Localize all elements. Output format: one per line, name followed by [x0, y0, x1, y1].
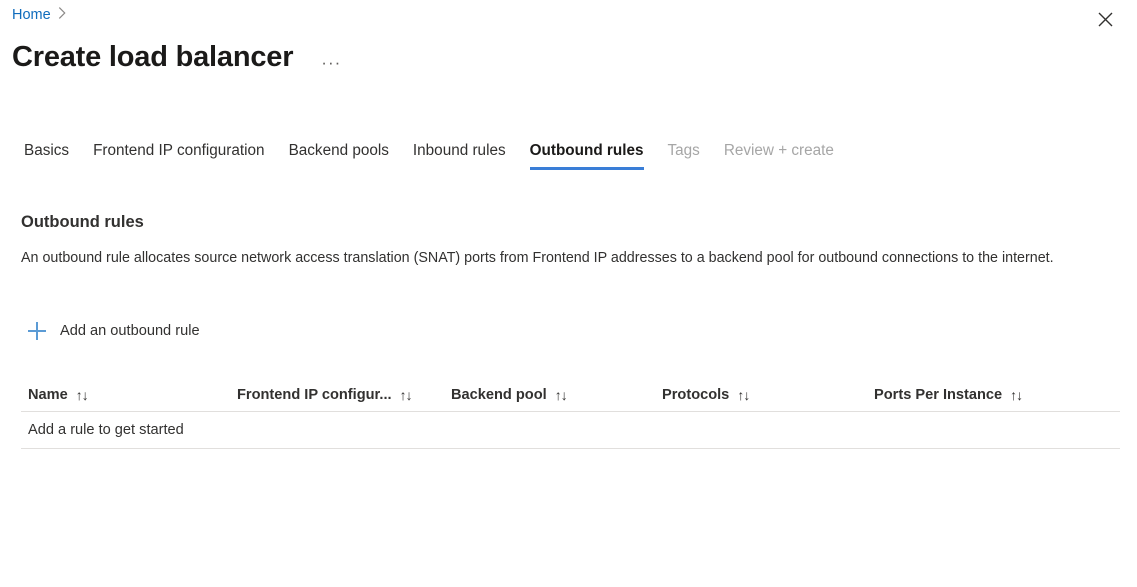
page-header: Create load balancer ··· [12, 36, 1119, 78]
tab-review-create[interactable]: Review + create [712, 140, 846, 170]
tab-label: Frontend IP configuration [93, 142, 265, 159]
column-header-label: Ports Per Instance [874, 387, 1002, 403]
breadcrumb-item-home[interactable]: Home [12, 4, 51, 26]
sort-icon[interactable]: ↑↓ [555, 387, 567, 403]
sort-icon[interactable]: ↑↓ [1010, 387, 1022, 403]
more-actions-button[interactable]: ··· [317, 52, 345, 74]
tab-tags[interactable]: Tags [656, 140, 712, 170]
column-header-label: Frontend IP configur... [237, 387, 392, 403]
tab-frontend-ip-configuration[interactable]: Frontend IP configuration [81, 140, 277, 170]
tab-basics[interactable]: Basics [12, 140, 81, 170]
add-outbound-rule-button[interactable]: Add an outbound rule [28, 318, 204, 344]
chevron-right-icon [58, 4, 66, 26]
page-title: Create load balancer [12, 38, 293, 76]
sort-icon[interactable]: ↑↓ [737, 387, 749, 403]
tab-label: Tags [668, 142, 700, 159]
column-header-label: Backend pool [451, 387, 547, 403]
column-header-ports-per-instance[interactable]: Ports Per Instance ↑↓ [874, 387, 1104, 403]
section-heading: Outbound rules [21, 211, 144, 233]
tab-label: Backend pools [289, 142, 389, 159]
column-header-protocols[interactable]: Protocols ↑↓ [662, 387, 874, 403]
breadcrumb: Home [12, 4, 66, 26]
tab-outbound-rules[interactable]: Outbound rules [518, 140, 656, 170]
tab-active-indicator [530, 167, 644, 170]
add-outbound-rule-label: Add an outbound rule [60, 321, 200, 341]
sort-icon[interactable]: ↑↓ [400, 387, 412, 403]
tab-backend-pools[interactable]: Backend pools [277, 140, 401, 170]
tab-label: Review + create [724, 142, 834, 159]
section-description: An outbound rule allocates source networ… [21, 247, 1106, 269]
plus-icon [28, 322, 46, 340]
sort-icon[interactable]: ↑↓ [76, 387, 88, 403]
tab-label: Inbound rules [413, 142, 506, 159]
table-empty-message: Add a rule to get started [28, 420, 184, 440]
outbound-rules-table: Name ↑↓ Frontend IP configur... ↑↓ Backe… [21, 378, 1120, 449]
column-header-frontend-ip-configuration[interactable]: Frontend IP configur... ↑↓ [237, 387, 451, 403]
column-header-label: Protocols [662, 387, 729, 403]
column-header-backend-pool[interactable]: Backend pool ↑↓ [451, 387, 662, 403]
tab-label: Outbound rules [530, 142, 644, 159]
wizard-tabs: Basics Frontend IP configuration Backend… [12, 140, 1137, 176]
column-header-name[interactable]: Name ↑↓ [21, 387, 237, 403]
close-button[interactable] [1091, 8, 1119, 36]
column-header-label: Name [28, 387, 68, 403]
tab-inbound-rules[interactable]: Inbound rules [401, 140, 518, 170]
close-icon [1098, 12, 1113, 32]
tab-label: Basics [24, 142, 69, 159]
table-header-row: Name ↑↓ Frontend IP configur... ↑↓ Backe… [21, 378, 1120, 412]
table-empty-row: Add a rule to get started [21, 412, 1120, 449]
